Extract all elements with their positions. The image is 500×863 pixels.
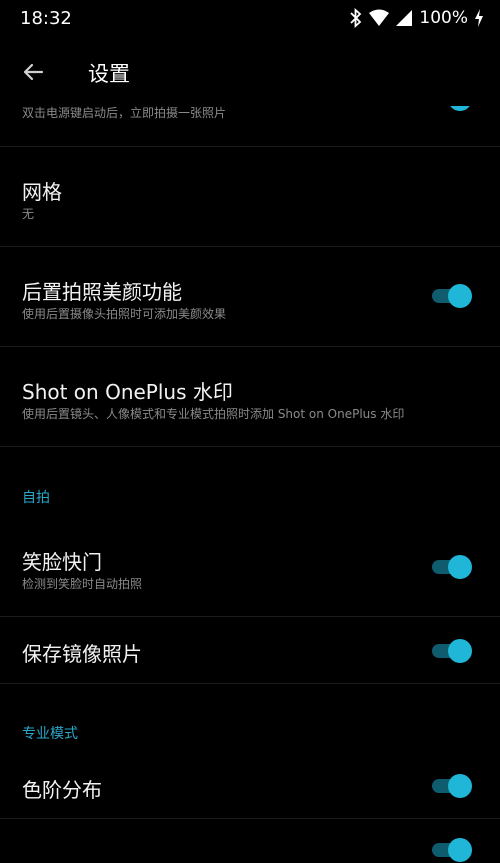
- row-title: 保存镜像照片: [22, 642, 142, 666]
- battery-text: 100%: [419, 8, 468, 28]
- list-item-rear-beauty[interactable]: 后置拍照美颜功能 使用后置摄像头拍照时可添加美颜效果: [0, 247, 500, 347]
- row-subtitle: 无: [22, 207, 35, 221]
- toggle-switch[interactable]: [430, 837, 474, 863]
- list-item-save-mirror[interactable]: 保存镜像照片: [0, 617, 500, 684]
- list-item-watermark[interactable]: Shot on OnePlus 水印 使用后置镜头、人像模式和专业模式拍照时添加…: [0, 347, 500, 447]
- row-title: Shot on OnePlus 水印: [22, 380, 233, 404]
- toggle-switch[interactable]: [430, 554, 474, 580]
- charging-icon: [474, 8, 484, 28]
- row-title: 网格: [22, 180, 62, 204]
- status-bar: 18:32 100%: [0, 0, 500, 38]
- status-icons: 100%: [349, 8, 484, 28]
- toggle-switch[interactable]: [430, 773, 474, 799]
- list-item-next[interactable]: [0, 819, 500, 862]
- bluetooth-icon: [349, 8, 363, 28]
- row-subtitle: 双击电源键启动后，立即拍摄一张照片: [22, 106, 227, 120]
- section-header-pro-mode: 专业模式: [22, 726, 78, 742]
- list-item-histogram[interactable]: 色阶分布: [0, 755, 500, 819]
- section-header-selfie: 自拍: [22, 490, 50, 506]
- signal-icon: [395, 9, 413, 27]
- row-title: 后置拍照美颜功能: [22, 280, 182, 304]
- toggle-knob: [448, 284, 472, 308]
- row-subtitle: 使用后置摄像头拍照时可添加美颜效果: [22, 307, 227, 321]
- page-title: 设置: [88, 62, 130, 86]
- settings-list: 双击电源键启动后，立即拍摄一张照片 网格 无 后置拍照美颜功能 使用后置摄像头拍…: [0, 0, 500, 862]
- status-time: 18:32: [20, 8, 72, 29]
- toggle-knob: [448, 838, 472, 862]
- app-bar: 设置: [0, 38, 500, 106]
- row-subtitle: 检测到笑脸时自动拍照: [22, 577, 143, 591]
- back-button[interactable]: [18, 56, 50, 88]
- toggle-switch[interactable]: [430, 638, 474, 664]
- list-item-smile-shutter[interactable]: 笑脸快门 检测到笑脸时自动拍照: [0, 520, 500, 617]
- toggle-switch[interactable]: [430, 283, 474, 309]
- list-item-grid[interactable]: 网格 无: [0, 147, 500, 247]
- toggle-knob: [448, 774, 472, 798]
- wifi-icon: [369, 9, 390, 27]
- toggle-knob: [448, 555, 472, 579]
- row-title: 色阶分布: [22, 778, 102, 802]
- toggle-knob: [448, 639, 472, 663]
- arrow-left-icon: [18, 63, 50, 92]
- row-subtitle: 使用后置镜头、人像模式和专业模式拍照时添加 Shot on OnePlus 水印: [22, 407, 405, 421]
- row-title: 笑脸快门: [22, 550, 102, 574]
